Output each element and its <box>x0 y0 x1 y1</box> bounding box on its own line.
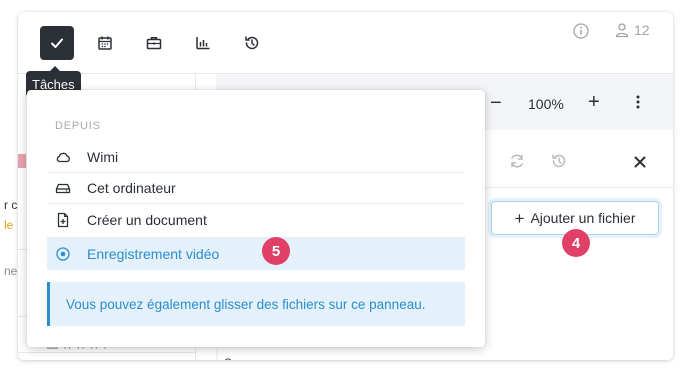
plus-icon: + <box>514 208 525 228</box>
members-count[interactable]: 12 <box>614 22 650 38</box>
record-icon <box>55 246 87 262</box>
close-icon[interactable] <box>634 156 646 168</box>
dropdown-item-wimi[interactable]: Wimi <box>47 142 465 173</box>
task-text-fragment: ne <box>4 264 18 278</box>
cloud-icon <box>55 149 87 165</box>
more-options-icon[interactable] <box>636 95 640 109</box>
dropdown-heading: DEPUIS <box>55 120 101 132</box>
info-icon[interactable] <box>572 22 590 40</box>
briefcase-icon <box>146 37 162 50</box>
history-button[interactable] <box>235 26 269 60</box>
zoom-level: 100% <box>528 96 564 112</box>
hard-drive-icon <box>55 180 87 196</box>
step-badge-5: 5 <box>262 237 290 265</box>
stats-button[interactable] <box>186 26 220 60</box>
add-file-dropdown: DEPUIS Wimi Cet ordinateur Créer un docu… <box>27 90 485 347</box>
bar-chart-icon <box>196 37 210 50</box>
dropdown-item-label: Cet ordinateur <box>87 180 176 196</box>
dropdown-item-label: Wimi <box>87 149 119 165</box>
dropdown-item-this-computer[interactable]: Cet ordinateur <box>47 173 465 204</box>
user-icon <box>615 23 629 38</box>
file-panel-text-fragment: S <box>224 356 232 360</box>
top-toolbar: 12 <box>18 12 673 74</box>
dropdown-item-label: Enregistrement vidéo <box>87 245 220 262</box>
history-icon <box>245 36 259 50</box>
new-document-icon <box>55 212 87 228</box>
dropdown-item-video-recording[interactable]: Enregistrement vidéo <box>47 237 465 270</box>
calendar-button[interactable] <box>88 26 122 60</box>
zoom-out-button[interactable]: − <box>490 92 502 115</box>
drag-drop-hint: Vous pouvez également glisser des fichie… <box>47 282 465 326</box>
user-count-value: 12 <box>634 22 650 38</box>
priority-marker <box>18 154 26 168</box>
version-history-icon[interactable] <box>550 152 568 170</box>
zoom-in-button[interactable]: + <box>588 91 600 114</box>
dropdown-item-create-document[interactable]: Créer un document <box>47 204 465 235</box>
refresh-icon[interactable] <box>508 152 526 170</box>
dropdown-item-label: Créer un document <box>87 211 207 228</box>
check-icon <box>51 38 63 48</box>
calendar-icon <box>98 36 112 50</box>
task-text-fragment: le <box>4 218 14 232</box>
projects-button[interactable] <box>137 26 171 60</box>
add-file-label: Ajouter un fichier <box>530 210 636 226</box>
step-badge-4: 4 <box>562 229 590 257</box>
task-text-fragment: r c <box>4 198 18 212</box>
tasks-button[interactable] <box>40 26 74 60</box>
